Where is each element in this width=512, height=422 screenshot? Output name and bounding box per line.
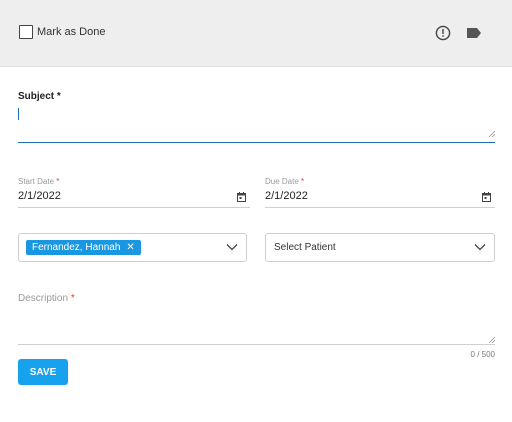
character-counter: 0 / 500: [470, 350, 495, 359]
start-date-label: Start Date *: [18, 177, 60, 186]
task-header-bar: Mark as Done: [0, 0, 512, 67]
description-label: Description *: [18, 293, 75, 304]
text-caret: [18, 108, 19, 120]
calendar-icon[interactable]: [482, 192, 491, 202]
save-button[interactable]: SAVE: [18, 359, 68, 385]
start-date-value[interactable]: 2/1/2022: [18, 190, 61, 202]
calendar-icon[interactable]: [237, 192, 246, 202]
subject-input[interactable]: [18, 104, 495, 143]
mark-as-done-label[interactable]: Mark as Done: [37, 26, 105, 38]
patient-select-placeholder: Select Patient: [274, 242, 336, 253]
mark-as-done-checkbox[interactable]: [19, 25, 33, 39]
mark-as-done-toggle[interactable]: Mark as Done: [19, 25, 105, 39]
chevron-down-icon[interactable]: [474, 243, 486, 251]
exclamation-circle-icon[interactable]: [435, 25, 451, 41]
assignee-chip: Fernandez, Hannah ✕: [26, 240, 141, 255]
due-date-value[interactable]: 2/1/2022: [265, 190, 308, 202]
patient-select[interactable]: Select Patient: [265, 233, 495, 262]
description-input[interactable]: [18, 308, 495, 345]
due-date-field[interactable]: 2/1/2022: [265, 187, 495, 208]
remove-chip-icon[interactable]: ✕: [126, 240, 134, 255]
resize-handle-icon[interactable]: [488, 336, 495, 343]
resize-handle-icon[interactable]: [488, 130, 495, 137]
due-date-label: Due Date *: [265, 177, 305, 186]
start-date-field[interactable]: 2/1/2022: [18, 187, 250, 208]
chevron-down-icon[interactable]: [226, 243, 238, 251]
assignee-select[interactable]: Fernandez, Hannah ✕: [18, 233, 247, 262]
tag-icon[interactable]: [466, 27, 482, 39]
subject-label: Subject *: [18, 91, 61, 102]
